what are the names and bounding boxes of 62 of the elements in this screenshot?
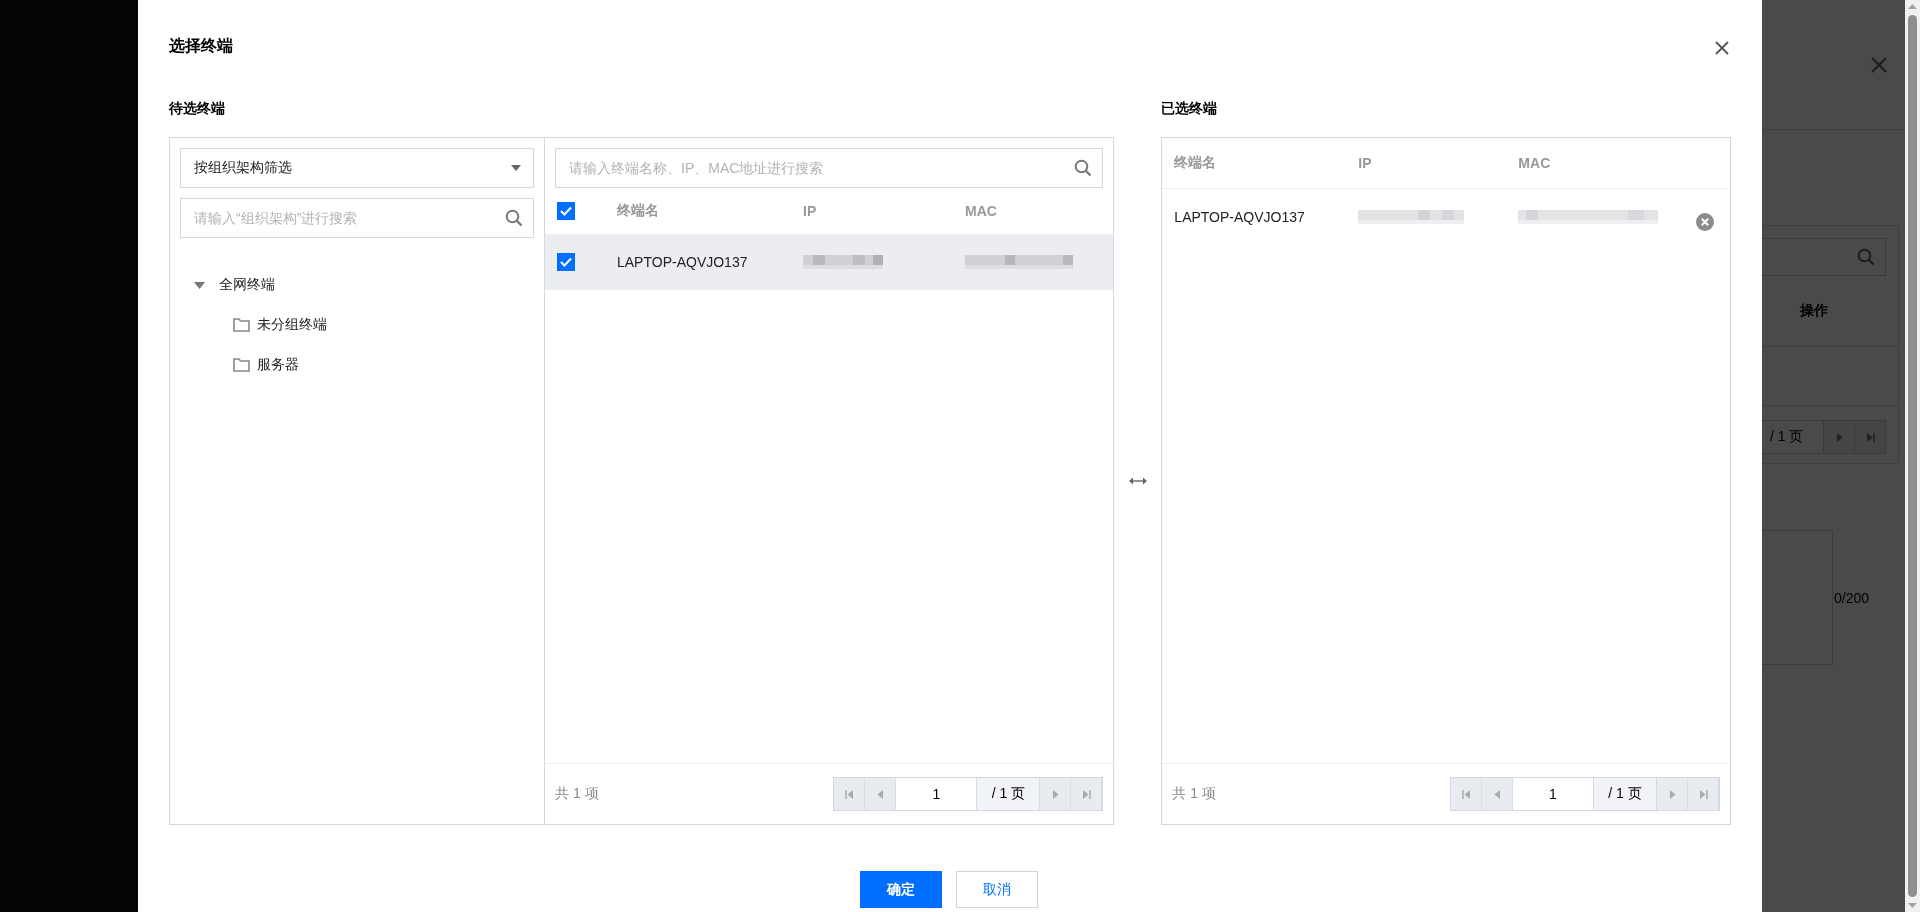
cancel-button[interactable]: 取消 xyxy=(956,871,1038,908)
tree-label[interactable]: 全网终端 xyxy=(219,276,275,294)
first-page-button[interactable] xyxy=(1451,778,1482,810)
section-label: 待选终端 xyxy=(169,99,225,118)
column-header: 操作 xyxy=(1800,302,1828,320)
table-cell-text: LAPTOP-AQVJO137 xyxy=(1174,209,1306,225)
transfer-arrow-icon xyxy=(1128,477,1147,485)
table-row[interactable]: LAPTOP-AQVJO137 xyxy=(545,234,1114,290)
terminal-search-field[interactable]: 请输入终端名称、IP、MAC地址进行搜索 xyxy=(555,148,1104,188)
search-input[interactable]: 请输入“组织架构”进行搜索 xyxy=(194,210,505,226)
next-page-button[interactable] xyxy=(1657,778,1688,810)
first-page-icon xyxy=(1461,789,1471,799)
last-page-icon xyxy=(1698,789,1708,799)
page-total: / 1 页 xyxy=(1594,778,1657,810)
tree-label[interactable]: 服务器 xyxy=(257,356,299,374)
prev-page-icon xyxy=(1493,789,1501,799)
column-header: 终端名 xyxy=(1174,154,1218,172)
search-icon xyxy=(1074,159,1093,177)
next-page-icon xyxy=(1835,432,1843,442)
section-label: 已选终端 xyxy=(1161,99,1218,118)
tree-label[interactable]: 未分组终端 xyxy=(257,316,327,334)
search-icon xyxy=(505,209,523,227)
caret-icon xyxy=(511,165,521,171)
close-icon xyxy=(1871,57,1887,73)
last-page-icon xyxy=(1081,789,1091,799)
search-icon xyxy=(1857,248,1875,266)
next-page-icon xyxy=(1051,789,1059,799)
tree-search-field[interactable]: 请输入“组织架构”进行搜索 xyxy=(180,198,534,238)
expand-caret-icon[interactable] xyxy=(194,281,205,289)
filter-dropdown[interactable]: 按组织架构筛选 xyxy=(180,148,534,188)
dialog-title: 选择终端 xyxy=(169,36,233,56)
prev-page-button[interactable] xyxy=(1482,778,1513,810)
column-header: MAC xyxy=(965,203,997,219)
prev-page-button[interactable] xyxy=(865,778,897,810)
page-total: / 1 页 xyxy=(977,778,1041,810)
table-cell-text: LAPTOP-AQVJO137 xyxy=(617,254,749,270)
prev-page-icon xyxy=(876,789,884,799)
folder-icon xyxy=(233,318,250,332)
pagination-control[interactable]: 1 / 1 页 xyxy=(833,777,1104,811)
row-checkbox[interactable] xyxy=(557,253,575,271)
select-all-checkbox[interactable] xyxy=(557,202,575,220)
last-page-icon xyxy=(1865,432,1875,442)
last-page-button[interactable] xyxy=(1688,778,1719,810)
close-icon[interactable] xyxy=(1714,40,1730,56)
total-count: 共 1 项 xyxy=(1172,785,1216,803)
remove-icon[interactable] xyxy=(1696,213,1715,231)
last-page-button[interactable] xyxy=(1071,778,1103,810)
column-header: IP xyxy=(1358,155,1373,171)
next-page-icon xyxy=(1668,789,1676,799)
column-header: 终端名 xyxy=(617,202,660,220)
column-header: MAC xyxy=(1518,155,1552,171)
pagination-control[interactable]: 1 / 1 页 xyxy=(1450,777,1720,811)
page-total: / 1 页 xyxy=(1769,428,1805,446)
folder-icon xyxy=(233,358,250,372)
column-header: IP xyxy=(803,203,818,219)
total-count: 共 1 项 xyxy=(555,785,599,803)
search-input[interactable]: 请输入终端名称、IP、MAC地址进行搜索 xyxy=(569,160,1075,176)
first-page-button[interactable] xyxy=(834,778,866,810)
character-counter: 0/200 xyxy=(1834,589,1870,606)
confirm-button[interactable]: 确定 xyxy=(860,871,942,908)
first-page-icon xyxy=(844,789,854,799)
next-page-button[interactable] xyxy=(1040,778,1072,810)
